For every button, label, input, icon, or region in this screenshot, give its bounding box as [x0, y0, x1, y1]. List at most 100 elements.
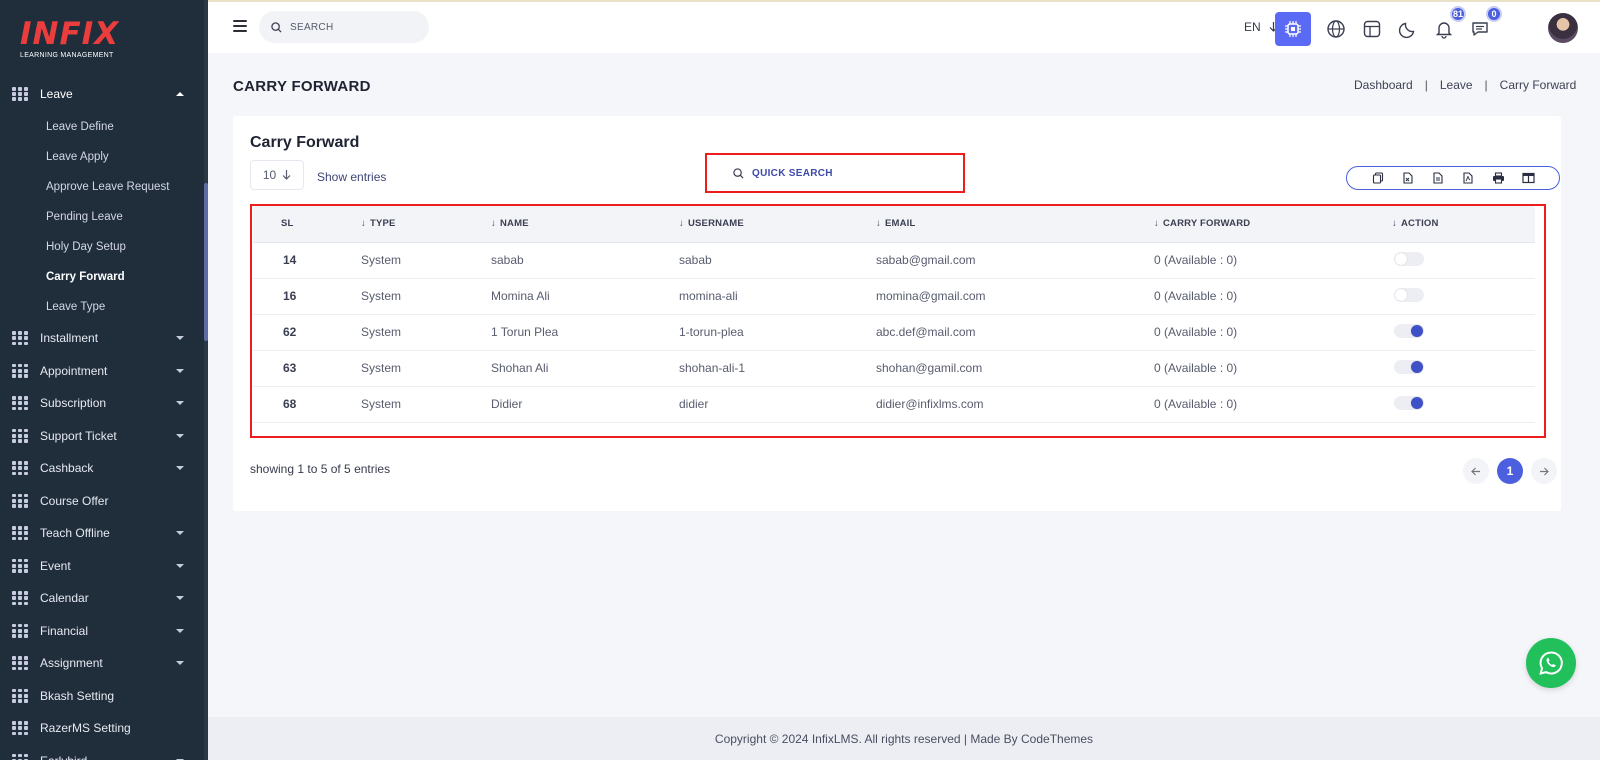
entries-select[interactable]: 10	[250, 160, 304, 190]
sidebar-subitem-approve-leave-request[interactable]: Approve Leave Request	[0, 172, 204, 202]
column-header-type[interactable]: ↓ TYPE	[361, 206, 491, 243]
copy-icon	[1372, 172, 1384, 184]
sidebar-item-financial[interactable]: Financial	[0, 615, 204, 648]
sidebar-item-subscription[interactable]: Subscription	[0, 387, 204, 420]
csv-button[interactable]	[1423, 167, 1453, 189]
csv-icon	[1433, 172, 1443, 184]
column-header-sl[interactable]: SL	[253, 206, 361, 243]
sidebar-subitem-leave-define[interactable]: Leave Define	[0, 112, 204, 142]
table-row: 16 System Momina Ali momina-ali momina@gmail…	[253, 278, 1535, 315]
sort-arrow-icon: ↓	[361, 218, 366, 230]
chevron-down-icon	[176, 596, 184, 601]
cell-username: didier	[679, 386, 876, 423]
language-code: EN	[1244, 20, 1261, 34]
excel-button[interactable]	[1393, 167, 1423, 189]
header-search[interactable]	[259, 11, 429, 43]
chevron-down-icon	[176, 368, 184, 373]
sidebar-item-label: Leave	[40, 87, 73, 101]
sidebar-item-earlybird[interactable]: Earlybird	[0, 745, 204, 760]
sidebar-item-installment[interactable]: Installment	[0, 322, 204, 355]
sidebar-item-bkash-setting[interactable]: Bkash Setting	[0, 680, 204, 713]
page-button-current[interactable]: 1	[1497, 458, 1523, 484]
cell-action	[1392, 242, 1535, 279]
cell-email: abc.def@mail.com	[876, 314, 1154, 351]
breadcrumb: Dashboard | Leave | Carry Forward	[1354, 78, 1576, 92]
sidebar-scrollbar[interactable]	[204, 0, 208, 760]
cell-name: Didier	[491, 386, 679, 423]
messages-button[interactable]: 0	[1462, 6, 1502, 46]
sidebar-subitem-pending-leave[interactable]: Pending Leave	[0, 202, 204, 232]
sidebar-item-event[interactable]: Event	[0, 550, 204, 583]
cell-action	[1392, 314, 1535, 351]
whatsapp-button[interactable]	[1526, 638, 1576, 688]
breadcrumb-dashboard[interactable]: Dashboard	[1354, 78, 1413, 92]
chip-button[interactable]	[1275, 12, 1311, 46]
column-header-email[interactable]: ↓ EMAIL	[876, 206, 1154, 243]
print-button[interactable]	[1483, 167, 1513, 189]
theme-toggle-button[interactable]	[1390, 12, 1426, 46]
status-toggle[interactable]	[1394, 287, 1424, 302]
table-row: 63 System Shohan Ali shohan-ali-1 shohan@gam…	[253, 350, 1535, 387]
sidebar-item-label: Calendar	[40, 591, 89, 606]
avatar[interactable]	[1548, 13, 1578, 43]
sidebar-subitem-leave-apply[interactable]: Leave Apply	[0, 142, 204, 172]
layout-button[interactable]	[1354, 12, 1390, 46]
sort-arrow-icon: ↓	[1154, 218, 1159, 230]
sidebar-item-razerms-setting[interactable]: RazerMS Setting	[0, 712, 204, 745]
cell-carry-forward: 0 (Available : 0)	[1154, 350, 1392, 387]
pdf-button[interactable]	[1453, 167, 1483, 189]
sidebar-item-support-ticket[interactable]: Support Ticket	[0, 420, 204, 453]
chevron-down-icon	[176, 466, 184, 471]
sidebar-subitem-holy-day-setup[interactable]: Holy Day Setup	[0, 232, 204, 262]
status-toggle[interactable]	[1394, 359, 1424, 374]
grid-icon	[12, 688, 28, 703]
scrollbar-thumb[interactable]	[204, 183, 208, 341]
column-header-name[interactable]: ↓ NAME	[491, 206, 679, 243]
table-row: 68 System Didier didier didier@infixlms.com 0…	[253, 386, 1535, 423]
arrow-down-icon	[282, 170, 291, 180]
cell-carry-forward: 0 (Available : 0)	[1154, 314, 1392, 351]
grid-icon	[12, 526, 28, 541]
sidebar-item-label: Support Ticket	[40, 428, 117, 443]
quick-search-input[interactable]	[752, 167, 952, 179]
next-page-button[interactable]	[1531, 458, 1557, 484]
globe-icon	[1327, 20, 1345, 38]
column-header-carry-forward[interactable]: ↓ CARRY FORWARD	[1154, 206, 1392, 243]
sidebar-item-teach-offline[interactable]: Teach Offline	[0, 517, 204, 550]
sidebar-item-label: Installment	[40, 331, 99, 346]
arrow-left-icon	[1471, 467, 1480, 475]
sidebar-item-label: Financial	[40, 623, 89, 638]
column-header-action[interactable]: ↓ ACTION	[1392, 206, 1535, 243]
prev-page-button[interactable]	[1463, 458, 1489, 484]
columns-button[interactable]	[1513, 167, 1543, 189]
search-icon	[733, 167, 744, 179]
status-toggle[interactable]	[1394, 251, 1424, 266]
sidebar-item-calendar[interactable]: Calendar	[0, 582, 204, 615]
excel-icon	[1403, 172, 1413, 184]
column-header-username[interactable]: ↓ USERNAME	[679, 206, 876, 243]
sidebar-subitem-leave-type[interactable]: Leave Type	[0, 292, 204, 322]
search-input[interactable]	[290, 21, 420, 33]
globe-button[interactable]	[1318, 12, 1354, 46]
arrow-right-icon	[1540, 467, 1549, 475]
cell-email: sabab@gmail.com	[876, 242, 1154, 279]
sidebar-item-appointment[interactable]: Appointment	[0, 355, 204, 388]
sidebar-item-course-offer[interactable]: Course Offer	[0, 485, 204, 518]
chat-icon	[1472, 22, 1488, 36]
menu-icon[interactable]	[233, 20, 247, 32]
copy-button[interactable]	[1363, 167, 1393, 189]
sidebar-item-leave[interactable]: Leave	[0, 78, 204, 110]
notifications-button[interactable]: 81	[1426, 6, 1466, 46]
brand-tagline: LEARNING MANAGEMENT	[20, 52, 114, 59]
cell-sl: 63	[253, 350, 361, 387]
status-toggle[interactable]	[1394, 323, 1424, 338]
sidebar-item-assignment[interactable]: Assignment	[0, 647, 204, 680]
quick-search[interactable]	[705, 153, 965, 193]
sidebar-subitem-carry-forward[interactable]: Carry Forward	[0, 262, 204, 292]
sidebar-item-cashback[interactable]: Cashback	[0, 452, 204, 485]
breadcrumb-leave[interactable]: Leave	[1440, 78, 1473, 92]
brand-logo[interactable]: INFIX LEARNING MANAGEMENT	[20, 18, 140, 63]
language-selector[interactable]: EN	[1244, 20, 1278, 34]
status-toggle[interactable]	[1394, 395, 1424, 410]
cell-name: sabab	[491, 242, 679, 279]
